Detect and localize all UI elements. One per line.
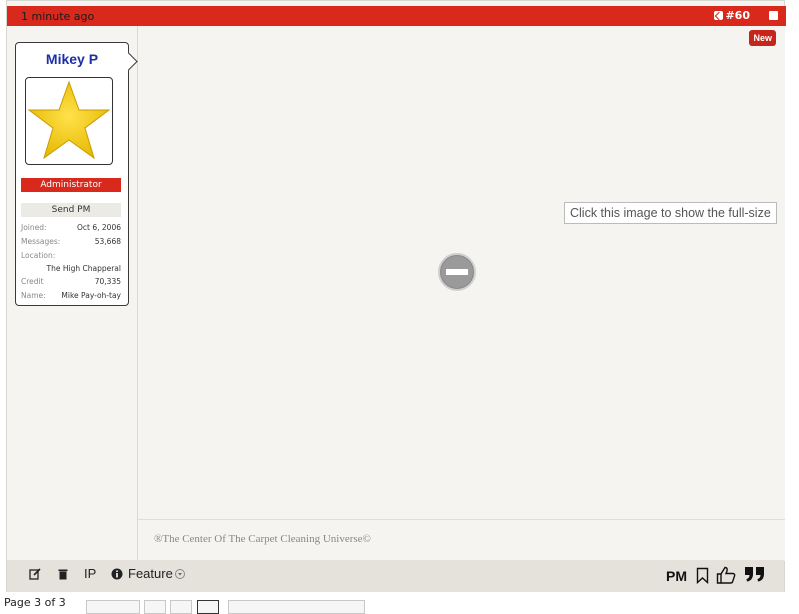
user-card: Mikey P Administrator Send PM Joined: Oc… xyxy=(15,42,138,306)
ip-button[interactable]: IP xyxy=(84,566,96,581)
select-post-checkbox[interactable] xyxy=(769,11,778,20)
broken-image-icon[interactable] xyxy=(438,253,476,291)
pagination: Page 3 of 3 xyxy=(0,596,799,614)
post-container: 1 minute ago #60 Mikey P Administrator S… xyxy=(6,0,786,592)
signature: ®The Center Of The Carpet Cleaning Unive… xyxy=(138,519,785,561)
like-icon[interactable] xyxy=(716,566,736,584)
new-badge: New xyxy=(749,30,776,46)
page-label: Page 3 of 3 xyxy=(4,596,66,609)
signature-text: ®The Center Of The Carpet Cleaning Unive… xyxy=(154,533,371,545)
delete-icon[interactable] xyxy=(57,568,69,580)
send-pm-button[interactable]: Send PM xyxy=(21,203,121,217)
joined-row: Joined: Oct 6, 2006 xyxy=(21,223,121,232)
bookmark-icon[interactable] xyxy=(696,567,709,584)
next-page-button[interactable] xyxy=(228,600,365,614)
post-content: New xyxy=(138,26,785,519)
name-label: Name: xyxy=(21,291,46,300)
post-number: #60 xyxy=(725,9,750,22)
post-actions-bar: IP Feature PM xyxy=(7,560,784,592)
feature-button[interactable]: Feature xyxy=(128,566,173,581)
info-icon xyxy=(111,568,123,580)
messages-row: Messages: 53,668 xyxy=(21,237,121,246)
joined-label: Joined: xyxy=(21,223,47,232)
share-permalink[interactable]: #60 xyxy=(714,9,750,22)
star-avatar-icon xyxy=(27,80,111,160)
credit-value: 70,335 xyxy=(94,277,121,286)
page-1-button[interactable] xyxy=(144,600,166,614)
post-header-bar: 1 minute ago #60 xyxy=(7,6,786,26)
name-value: Mike Pay-oh-tay xyxy=(61,291,121,300)
user-sidebar: Mikey P Administrator Send PM Joined: Oc… xyxy=(7,26,138,560)
location-label: Location: xyxy=(21,251,56,260)
messages-value[interactable]: 53,668 xyxy=(95,237,121,246)
edit-icon[interactable] xyxy=(29,568,41,580)
name-row: Name: Mike Pay-oh-tay xyxy=(21,291,121,300)
share-icon xyxy=(714,11,724,20)
post-timestamp[interactable]: 1 minute ago xyxy=(21,10,94,23)
location-value: The High Chapperal xyxy=(46,264,121,273)
location-row: Location: xyxy=(21,251,121,260)
joined-value: Oct 6, 2006 xyxy=(77,223,121,232)
messages-label: Messages: xyxy=(21,237,61,246)
username-link[interactable]: Mikey P xyxy=(16,51,128,67)
image-tooltip: Click this image to show the full-size xyxy=(564,202,777,224)
page-2-button[interactable] xyxy=(170,600,192,614)
page-3-button[interactable] xyxy=(197,600,219,614)
credit-label: Credit xyxy=(21,277,44,286)
credit-row: Credit 70,335 xyxy=(21,277,121,286)
avatar[interactable] xyxy=(25,77,113,165)
chevron-down-icon[interactable] xyxy=(175,569,185,579)
pm-button[interactable]: PM xyxy=(666,568,687,584)
quote-icon[interactable] xyxy=(744,566,766,582)
prev-button[interactable] xyxy=(86,600,140,614)
role-badge: Administrator xyxy=(21,178,121,192)
